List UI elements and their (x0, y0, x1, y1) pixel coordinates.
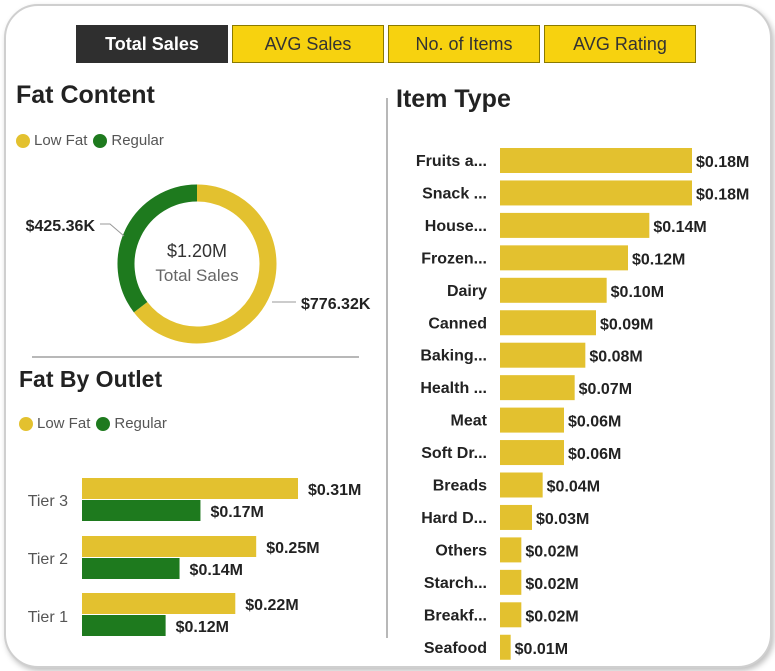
item-value-label: $0.04M (547, 479, 600, 496)
item-category-label: Dairy (447, 283, 487, 300)
item-value-label: $0.01M (515, 641, 568, 658)
outlet-value-label: $0.31M (308, 482, 361, 499)
outlet-bar-regular[interactable] (82, 615, 166, 636)
item-bar[interactable] (500, 212, 650, 238)
outlet-value-label: $0.17M (210, 504, 263, 521)
donut-slice-low-fat[interactable] (133, 184, 277, 344)
outlet-bar-regular[interactable] (82, 500, 201, 521)
outlet-value-label: $0.25M (266, 540, 319, 557)
item-bar[interactable] (500, 537, 522, 563)
tab-avg-sales[interactable]: AVG Sales (232, 25, 384, 63)
outlet-bar-low-fat[interactable] (82, 593, 236, 614)
fat-content-donut-chart: $425.36K $776.32K $1.20M Total Sales (26, 184, 371, 344)
outlet-category-label: Tier 3 (28, 493, 68, 510)
tab-avg-rating[interactable]: AVG Rating (544, 25, 696, 63)
donut-label-low-fat: $776.32K (301, 296, 371, 313)
item-category-label: Starch... (424, 575, 487, 592)
item-category-label: Canned (428, 315, 487, 332)
item-category-label: Hard D... (421, 510, 487, 527)
legend-item-regular[interactable]: Regular (93, 132, 164, 149)
item-category-label: Fruits a... (416, 153, 487, 170)
item-bar[interactable] (500, 569, 522, 595)
item-bar[interactable] (500, 602, 522, 628)
legend-label-low-fat: Low Fat (37, 415, 91, 432)
legend-label-low-fat: Low Fat (34, 132, 88, 149)
outlet-category-label: Tier 1 (28, 609, 68, 626)
legend-dot-low-fat (16, 133, 30, 148)
legend-dot-low-fat (19, 416, 33, 431)
metric-tabs: Total Sales AVG Sales No. of Items AVG R… (76, 25, 696, 65)
item-category-label: Meat (451, 413, 488, 430)
fat-by-outlet-legend: Low Fat Regular (19, 415, 173, 432)
item-category-label: Soft Dr... (421, 445, 487, 462)
fat-content-legend: Low Fat Regular (16, 132, 170, 149)
item-bar[interactable] (500, 472, 543, 498)
fat-by-outlet-chart: Tier 3 Tier 2 Tier 1 $0.31M $0.17M $0.25… (28, 478, 361, 636)
item-category-label: Frozen... (421, 250, 487, 267)
item-type-title: Item Type (396, 85, 511, 113)
legend-item-low-fat[interactable]: Low Fat (16, 132, 87, 149)
item-value-label: $0.06M (568, 446, 621, 463)
item-category-label: Baking... (420, 348, 487, 365)
item-bar[interactable] (500, 180, 692, 206)
item-bar[interactable] (500, 440, 564, 466)
item-value-label: $0.18M (696, 186, 749, 203)
item-category-label: Snack ... (422, 185, 487, 202)
section-divider-vertical (386, 98, 388, 638)
item-bar[interactable] (500, 407, 564, 433)
outlet-bar-regular[interactable] (82, 558, 180, 579)
item-bar[interactable] (500, 310, 596, 336)
outlet-bar-low-fat[interactable] (82, 478, 298, 499)
item-category-label: Others (435, 542, 487, 559)
item-value-label: $0.06M (568, 414, 621, 431)
item-value-label: $0.02M (525, 543, 578, 560)
donut-label-regular: $425.36K (26, 218, 96, 235)
outlet-bar-low-fat[interactable] (82, 536, 257, 557)
outlet-value-label: $0.22M (245, 597, 298, 614)
item-value-label: $0.07M (579, 381, 632, 398)
item-value-label: $0.09M (600, 316, 653, 333)
legend-item-low-fat[interactable]: Low Fat (19, 415, 90, 432)
item-value-label: $0.18M (696, 154, 749, 171)
donut-center-value: $1.20M (167, 241, 227, 261)
item-value-label: $0.08M (589, 349, 642, 366)
item-bar[interactable] (500, 245, 628, 271)
item-value-label: $0.12M (632, 251, 685, 268)
item-bar[interactable] (500, 504, 532, 530)
section-divider-horizontal (32, 356, 359, 358)
tab-no-of-items[interactable]: No. of Items (388, 25, 540, 63)
item-value-label: $0.02M (525, 576, 578, 593)
donut-center-label: Total Sales (155, 266, 238, 285)
item-bar[interactable] (500, 277, 607, 303)
item-bar[interactable] (500, 148, 692, 173)
item-category-label: Breads (433, 478, 487, 495)
fat-content-title: Fat Content (16, 81, 155, 109)
outlet-category-label: Tier 2 (28, 551, 68, 568)
fat-by-outlet-title: Fat By Outlet (19, 366, 163, 392)
outlet-value-label: $0.14M (190, 562, 243, 579)
item-type-chart: Fruits a... $0.18M Snack ... $0.18M House...… (416, 148, 749, 660)
item-value-label: $0.02M (525, 608, 578, 625)
legend-dot-regular (96, 416, 111, 431)
tab-total-sales[interactable]: Total Sales (76, 25, 228, 63)
legend-item-regular[interactable]: Regular (96, 415, 167, 432)
item-value-label: $0.10M (611, 284, 664, 301)
item-category-label: Health ... (420, 380, 487, 397)
item-category-label: Breakf... (424, 607, 487, 624)
legend-dot-regular (93, 133, 108, 148)
item-bar[interactable] (500, 375, 575, 401)
item-category-label: House... (425, 218, 487, 235)
item-bar[interactable] (500, 634, 511, 660)
item-category-label: Seafood (424, 640, 487, 657)
item-bar[interactable] (500, 342, 586, 368)
legend-label-regular: Regular (111, 132, 164, 149)
item-value-label: $0.14M (653, 219, 706, 236)
legend-label-regular: Regular (114, 415, 167, 432)
outlet-value-label: $0.12M (176, 619, 229, 636)
item-value-label: $0.03M (536, 511, 589, 528)
